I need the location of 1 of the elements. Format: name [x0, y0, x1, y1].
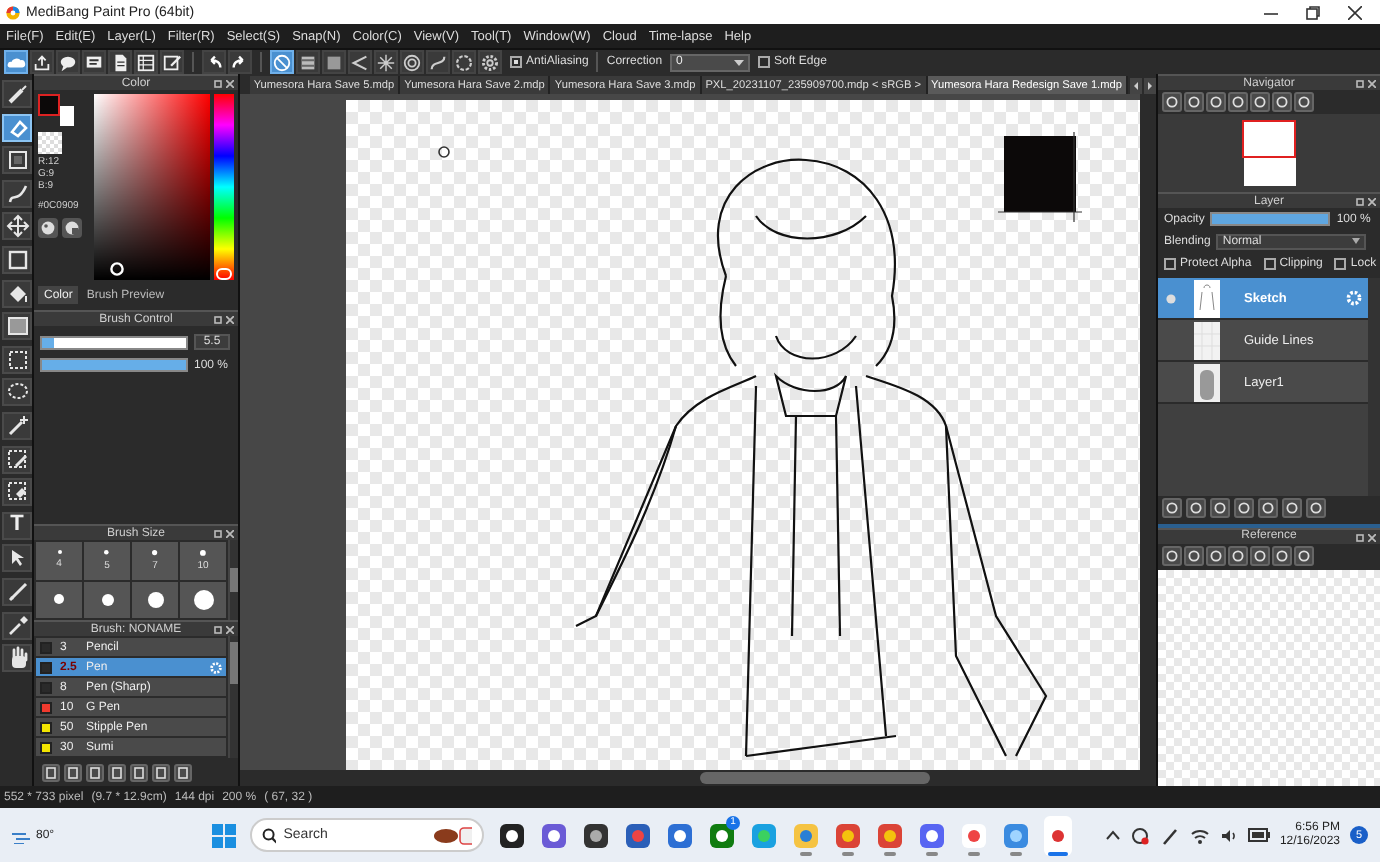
text-tool-button[interactable]: T: [2, 511, 32, 540]
